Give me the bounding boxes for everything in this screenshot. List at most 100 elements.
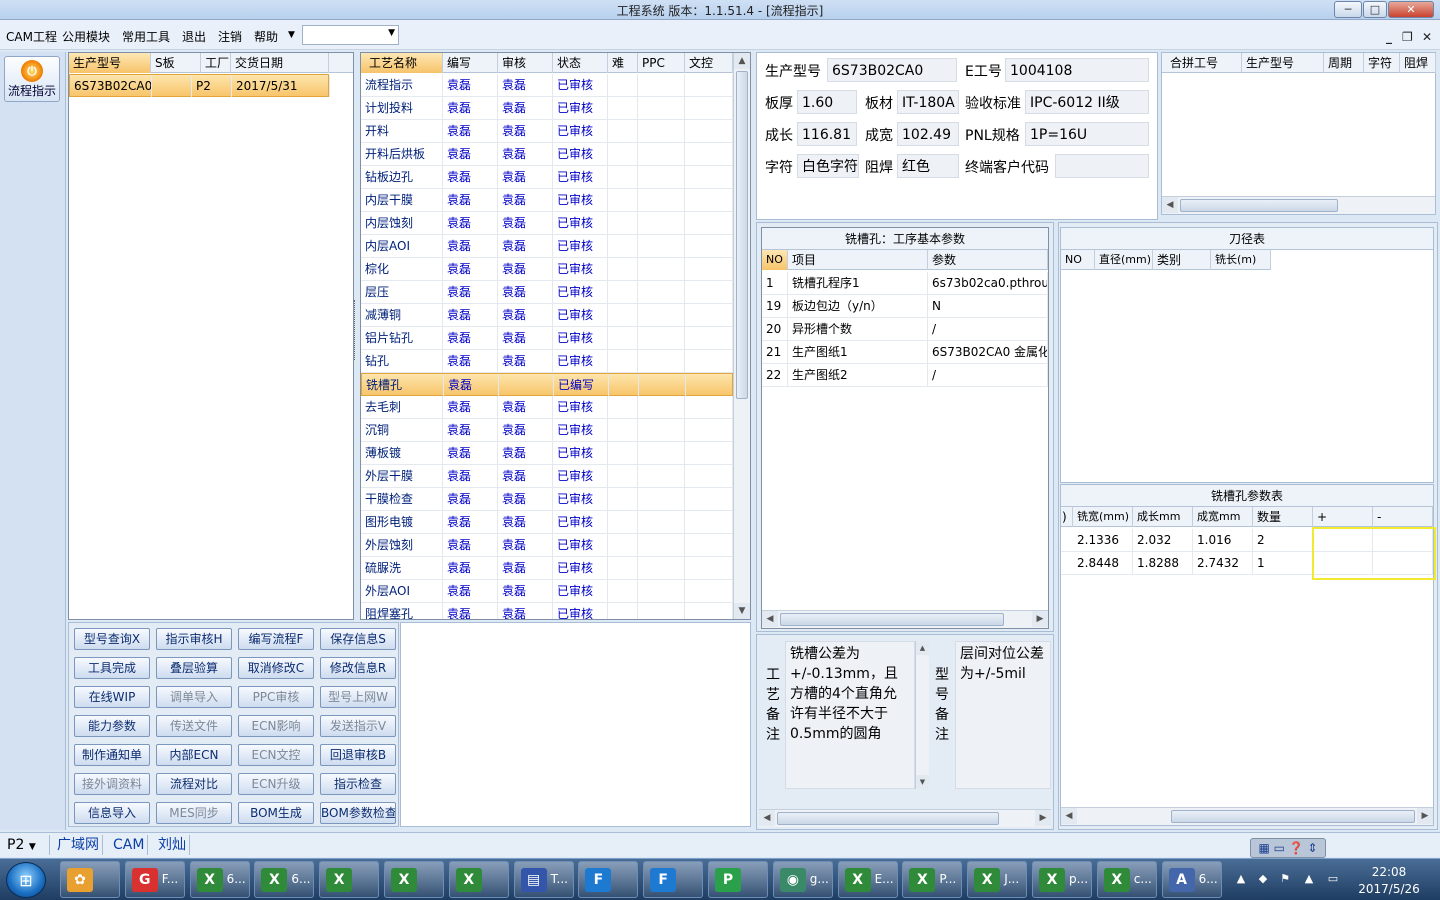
action-button-3-0[interactable]: 能力参数 [74,715,150,737]
flow-instruction-button[interactable]: ⏻ 流程指示 [4,56,60,102]
col-slot-length[interactable]: 成长mm [1133,507,1193,527]
cell-qty[interactable]: 1 [1253,552,1313,574]
taskbar-item[interactable]: Xp... [1032,861,1092,898]
mdi-restore-icon[interactable]: ❐ [1402,30,1413,44]
action-button-1-0[interactable]: 工具完成 [74,657,150,679]
taskbar-item[interactable]: X [448,861,509,898]
col-diameter[interactable]: 直径(mm) [1095,250,1153,270]
mdi-minimize-icon[interactable]: _ [1386,30,1392,44]
col-writer[interactable]: 编写 [443,53,498,73]
table-row[interactable]: 计划投料 袁磊 袁磊 已审核 [361,97,733,120]
params-hscrollbar[interactable]: ◀ ▶ [762,610,1048,628]
col-slot-finish-width[interactable]: 成宽mm [1193,507,1253,527]
col-ppc[interactable]: PPC [638,53,685,73]
taskbar-item[interactable]: A 6... [1161,861,1222,898]
col-model[interactable]: 生产型号 [69,53,151,73]
col-type[interactable]: 类别 [1153,250,1211,270]
action-button-0-0[interactable]: 型号查询X [74,628,150,650]
scroll-thumb[interactable] [780,613,1004,626]
col-difficulty[interactable]: 难 [608,53,638,73]
scroll-up-icon[interactable]: ▲ [734,53,750,69]
factory-selector[interactable]: P2 ▼ [4,835,50,855]
action-button-5-2[interactable]: ECN升级 [238,773,314,795]
action-button-1-1[interactable]: 叠层验算 [156,657,232,679]
tray-network-icon[interactable]: ◆ [1256,872,1270,886]
process-scrollbar[interactable]: ▲ ▼ [733,53,750,619]
scroll-thumb[interactable] [1180,199,1338,212]
action-button-3-1[interactable]: 传送文件 [156,715,232,737]
table-row[interactable]: 钻板边孔 袁磊 袁磊 已审核 [361,166,733,189]
action-button-0-2[interactable]: 编写流程F [238,628,314,650]
scroll-left-icon[interactable]: ◀ [759,810,775,826]
action-button-2-2[interactable]: PPC审核 [238,686,314,708]
scroll-thumb[interactable] [736,71,748,399]
table-row[interactable]: 铝片钻孔 袁磊 袁磊 已审核 [361,327,733,350]
scroll-right-icon[interactable]: ▶ [1035,810,1051,826]
taskbar-item[interactable]: ◉ g... [772,861,833,898]
col-status[interactable]: 状态 [553,53,608,73]
taskbar-item[interactable]: G F... [124,861,185,898]
table-row[interactable]: 6S73B02CA0 P2 2017/5/31 [69,74,330,97]
table-row[interactable]: 开料 袁磊 袁磊 已审核 [361,120,733,143]
action-button-0-3[interactable]: 保存信息S [320,628,396,650]
action-button-4-2[interactable]: ECN文控 [238,744,314,766]
taskbar-clock[interactable]: 22:08 2017/5/26 [1344,864,1434,898]
maximize-button[interactable]: □ [1363,1,1387,18]
close-button[interactable]: ✕ [1388,1,1434,18]
col-minus[interactable]: - [1373,507,1433,527]
action-button-3-2[interactable]: ECN影响 [238,715,314,737]
action-button-2-1[interactable]: 调单导入 [156,686,232,708]
scroll-left-icon[interactable]: ◀ [1162,197,1178,213]
col-merge-no[interactable]: 合拼工号 [1162,53,1242,73]
taskbar-item[interactable]: ▤ T... [513,861,574,898]
scroll-left-icon[interactable]: ◀ [762,611,778,627]
menu-common-tools[interactable]: 常用工具 [122,28,170,45]
scroll-up-icon[interactable]: ▲ [916,641,929,655]
col-merge-model[interactable]: 生产型号 [1242,53,1324,73]
note-scrollbar[interactable]: ▲ ▼ [915,641,929,789]
taskbar-item[interactable]: F [578,861,639,898]
action-button-4-3[interactable]: 回退审核B [320,744,396,766]
table-row[interactable]: 20 异形槽个数 / [762,318,1048,341]
table-row[interactable]: 棕化 袁磊 袁磊 已审核 [361,258,733,281]
action-button-0-1[interactable]: 指示审核H [156,628,232,650]
action-button-2-0[interactable]: 在线WIP [74,686,150,708]
merge-hscrollbar[interactable]: ◀ [1162,196,1435,214]
cell-slot-finish-width[interactable]: 1.016 [1193,529,1253,551]
menu-help[interactable]: 帮助 [254,28,278,45]
taskbar-item[interactable]: F [643,861,704,898]
tray-monitor-icon[interactable]: ▭ [1326,872,1340,886]
menu-combo[interactable]: ▼ [302,25,399,45]
table-row[interactable]: 22 生产图纸2/ [762,364,1048,387]
table-row[interactable]: 外层干膜 袁磊 袁磊 已审核 [361,465,733,488]
taskbar-item[interactable]: X 6... [254,861,315,898]
col-delivery-date[interactable]: 交货日期 [231,53,329,73]
action-button-4-1[interactable]: 内部ECN [156,744,232,766]
cell-slot-length[interactable]: 2.032 [1133,529,1193,551]
col-no[interactable]: NO [762,250,788,270]
col-process-name[interactable]: 工艺名称 [361,53,443,73]
table-row[interactable]: 钻孔 袁磊 袁磊 已审核 [361,350,733,373]
col-item[interactable]: 项目 [788,250,928,270]
col-slot-width[interactable]: 铣宽(mm) [1073,507,1133,527]
action-button-5-0[interactable]: 接外调资料 [74,773,150,795]
status-tab-user[interactable]: 刘灿 [155,835,190,855]
table-row[interactable]: 沉铜 袁磊 袁磊 已审核 [361,419,733,442]
taskbar-item[interactable]: X 6... [189,861,250,898]
col-reviewer[interactable]: 审核 [498,53,553,73]
process-note-text[interactable]: 铣槽公差为+/-0.13mm，且方槽的4个直角允许有半径不大于0.5mm的圆角 [785,641,915,789]
action-button-6-3[interactable]: BOM参数检查 [320,802,396,824]
cell-qty[interactable]: 2 [1253,529,1313,551]
table-row[interactable]: 减薄铜 袁磊 袁磊 已审核 [361,304,733,327]
taskbar-item[interactable]: X P... [902,861,963,898]
tray-flag-icon[interactable]: ⚑ [1278,872,1292,886]
action-button-3-3[interactable]: 发送指示V [320,715,396,737]
table-row[interactable]: 开料后烘板 袁磊 袁磊 已审核 [361,143,733,166]
col-cycle[interactable]: 周期 [1324,53,1364,73]
taskbar-item[interactable]: P [708,861,768,898]
minimize-button[interactable]: ─ [1334,1,1362,18]
cell-slot-width[interactable]: 2.8448 [1073,552,1133,574]
taskbar-item[interactable]: X E... [837,861,898,898]
scroll-thumb[interactable] [777,812,999,825]
taskbar-item[interactable]: X J... [967,861,1028,898]
